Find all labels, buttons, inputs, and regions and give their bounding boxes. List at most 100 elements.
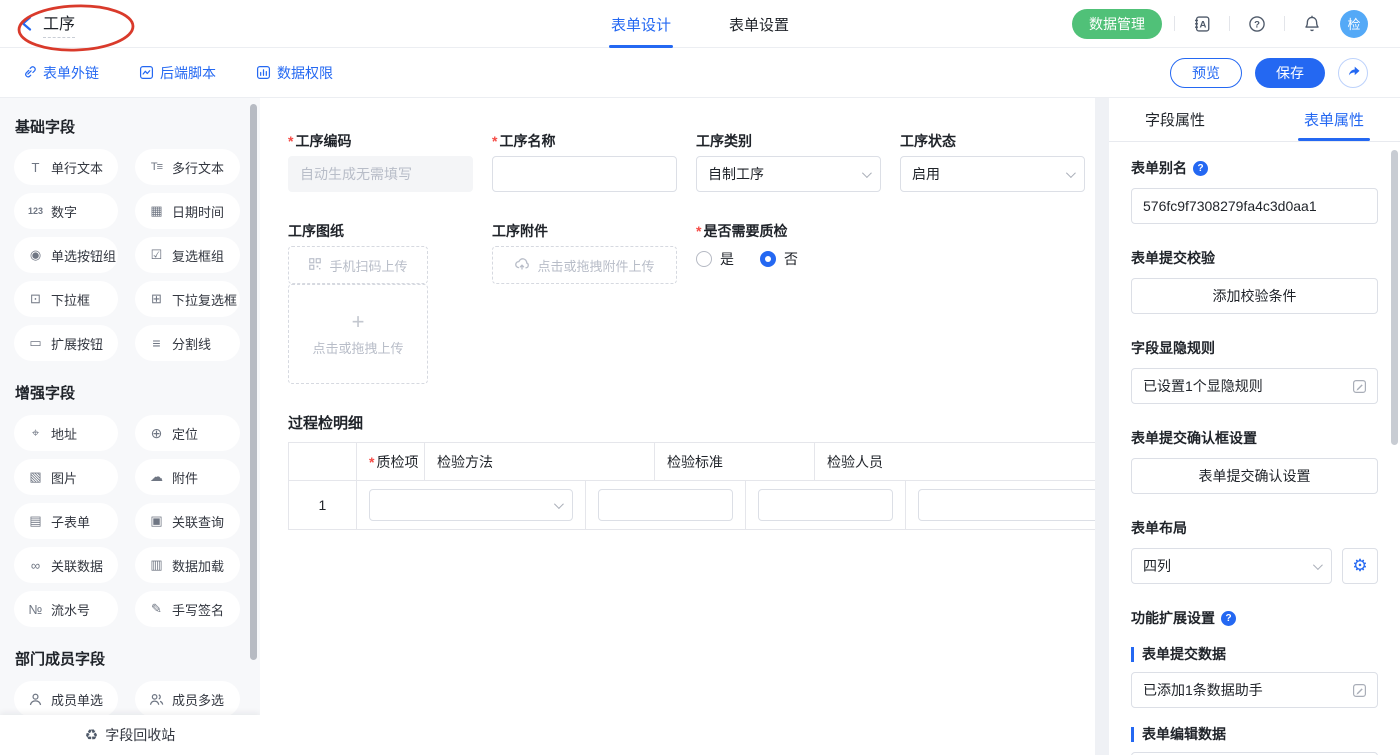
field-item-datetime[interactable]: ▦日期时间 — [135, 193, 240, 229]
edit-icon[interactable] — [1352, 683, 1367, 698]
scan-upload-label: 手机扫码上传 — [329, 256, 407, 275]
field-item-signature[interactable]: ✎手写签名 — [135, 591, 240, 627]
dropdown-icon: ⊡ — [27, 291, 44, 307]
field-process-drawing: 工序图纸 手机扫码上传 + — [288, 222, 473, 384]
gear-icon: ⚙ — [1352, 556, 1367, 576]
visibility-rules-value: 已设置1个显隐规则 — [1143, 376, 1263, 396]
qc-radio-option[interactable]: 否 — [760, 249, 798, 269]
table-header-row: *质检项检验方法检验标准检验人员 — [289, 443, 1095, 481]
form-layout-label: 表单布局 — [1131, 518, 1378, 538]
radio-group-icon: ◉ — [27, 247, 44, 263]
toolbar-link-0[interactable]: 表单外链 — [22, 63, 99, 83]
field-item-number[interactable]: 123数字 — [14, 193, 118, 229]
check-method-input[interactable] — [598, 489, 733, 521]
address-icon: ⌖ — [27, 425, 44, 441]
field-item-member-single[interactable]: 成员单选 — [14, 681, 118, 717]
field-item-subform[interactable]: ▤子表单 — [14, 503, 118, 539]
field-process-code: *工序编码 自动生成无需填写 — [288, 132, 473, 192]
field-item-image[interactable]: ▧图片 — [14, 459, 118, 495]
field-item-checkbox-group[interactable]: ☑ 复选框组 — [135, 237, 240, 273]
visibility-rules-box[interactable]: 已设置1个显隐规则 — [1131, 368, 1378, 404]
field-item-label: 成员多选 — [172, 690, 224, 709]
recycle-icon: ♻ — [85, 726, 98, 744]
save-button[interactable]: 保存 — [1255, 58, 1325, 88]
back-navigation[interactable]: 工序 — [18, 6, 85, 42]
field-item-address[interactable]: ⌖地址 — [14, 415, 118, 451]
field-item-label: 关联数据 — [51, 556, 103, 575]
field-process-name: *工序名称 — [492, 132, 677, 192]
selected-value: 四列 — [1143, 556, 1171, 576]
glossary-book-icon[interactable]: A — [1187, 9, 1217, 39]
field-label: 工序类别 — [696, 132, 752, 150]
process-category-select[interactable]: 自制工序 — [696, 156, 881, 192]
tab-field-properties[interactable]: 字段属性 — [1145, 98, 1205, 141]
toolbar-link-2[interactable]: 数据权限 — [256, 63, 333, 83]
layout-settings-button[interactable]: ⚙ — [1342, 548, 1378, 584]
chevron-down-icon — [554, 499, 564, 509]
user-avatar[interactable]: 检 — [1340, 10, 1368, 38]
field-item-dropdown[interactable]: ⊡下拉框 — [14, 281, 118, 317]
section-title-member-fields: 部门成员字段 — [15, 648, 246, 669]
toolbar-link-1[interactable]: 后端脚本 — [139, 63, 216, 83]
sidebar-scrollbar[interactable] — [250, 104, 257, 660]
attachment-upload-dropzone[interactable]: 点击或拖拽附件上传 — [492, 246, 677, 284]
field-item-label: 数据加载 — [172, 556, 224, 575]
field-item-linked-query[interactable]: ▣关联查询 — [135, 503, 240, 539]
qc-item-select[interactable] — [369, 489, 573, 521]
field-recycle-bin[interactable]: ♻ 字段回收站 — [0, 715, 260, 755]
question-badge-icon[interactable]: ? — [1193, 161, 1208, 176]
question-badge-icon[interactable]: ? — [1221, 611, 1236, 626]
field-process-attachment: 工序附件 点击或拖拽附件上传 — [492, 222, 677, 384]
tab-form-properties[interactable]: 表单属性 — [1304, 98, 1364, 141]
field-item-divider[interactable]: ≡分割线 — [135, 325, 240, 361]
field-item-locate[interactable]: ⊕定位 — [135, 415, 240, 451]
extend-button-icon: ▭ — [27, 335, 44, 351]
field-item-attachment[interactable]: ☁附件 — [135, 459, 240, 495]
radio-unchecked-icon[interactable] — [696, 251, 712, 267]
field-item-multi-dropdown[interactable]: ⊞下拉复选框 — [135, 281, 240, 317]
field-item-label: 成员单选 — [51, 690, 103, 709]
preview-button[interactable]: 预览 — [1170, 58, 1242, 88]
process-name-input[interactable] — [492, 156, 677, 192]
field-item-extend-button[interactable]: ▭扩展按钮 — [14, 325, 118, 361]
data-manage-button[interactable]: 数据管理 — [1072, 9, 1162, 39]
field-item-linked-data[interactable]: ∞关联数据 — [14, 547, 118, 583]
share-icon — [1346, 64, 1361, 82]
add-validation-button[interactable]: 添加校验条件 — [1131, 278, 1378, 314]
check-standard-input[interactable] — [758, 489, 893, 521]
submit-confirm-button[interactable]: 表单提交确认设置 — [1131, 458, 1378, 494]
share-button[interactable] — [1338, 58, 1368, 88]
submit-data-box[interactable]: 已添加1条数据助手 — [1131, 672, 1378, 708]
form-alias-input[interactable]: 576fc9f7308279fa4c3d0aa1 — [1131, 188, 1378, 224]
edit-icon[interactable] — [1352, 379, 1367, 394]
process-code-input[interactable]: 自动生成无需填写 — [288, 156, 473, 192]
plus-icon: + — [352, 312, 365, 332]
tab-form-settings[interactable]: 表单设置 — [729, 0, 789, 48]
scan-upload-button[interactable]: 手机扫码上传 — [288, 246, 428, 284]
field-label: 是否需要质检 — [703, 222, 787, 240]
checkbox-group-icon: ☑ — [148, 247, 165, 263]
field-item-radio-group[interactable]: ◉单选按钮组 — [14, 237, 118, 273]
form-toolbar: 表单外链 后端脚本 数据权限 预览 保存 — [0, 48, 1400, 98]
field-item-multi-line-text[interactable]: T≡多行文本 — [135, 149, 240, 185]
chevron-down-icon — [862, 168, 872, 178]
field-item-serial-number[interactable]: №流水号 — [14, 591, 118, 627]
qc-radio-option[interactable]: 是 — [696, 249, 734, 269]
radio-checked-icon[interactable] — [760, 251, 776, 267]
notification-bell-icon[interactable] — [1297, 9, 1327, 39]
back-chevron-icon[interactable] — [20, 16, 33, 31]
check-person-input[interactable] — [918, 489, 1095, 521]
field-item-data-load[interactable]: ▥数据加载 — [135, 547, 240, 583]
process-status-select[interactable]: 启用 — [900, 156, 1085, 192]
field-item-single-line-text[interactable]: T单行文本 — [14, 149, 118, 185]
field-item-label: 手写签名 — [172, 600, 224, 619]
drawing-upload-dropzone[interactable]: + 点击或拖拽上传 — [288, 284, 428, 384]
field-item-member-multi[interactable]: 成员多选 — [135, 681, 240, 717]
qc-radio-group: 是否 — [696, 249, 881, 269]
tab-form-design[interactable]: 表单设计 — [611, 0, 671, 48]
panel-scrollbar[interactable] — [1391, 150, 1398, 445]
form-layout-select[interactable]: 四列 — [1131, 548, 1332, 584]
help-icon[interactable]: ? — [1242, 9, 1272, 39]
number-icon: 123 — [27, 206, 44, 216]
field-item-label: 复选框组 — [172, 246, 224, 265]
